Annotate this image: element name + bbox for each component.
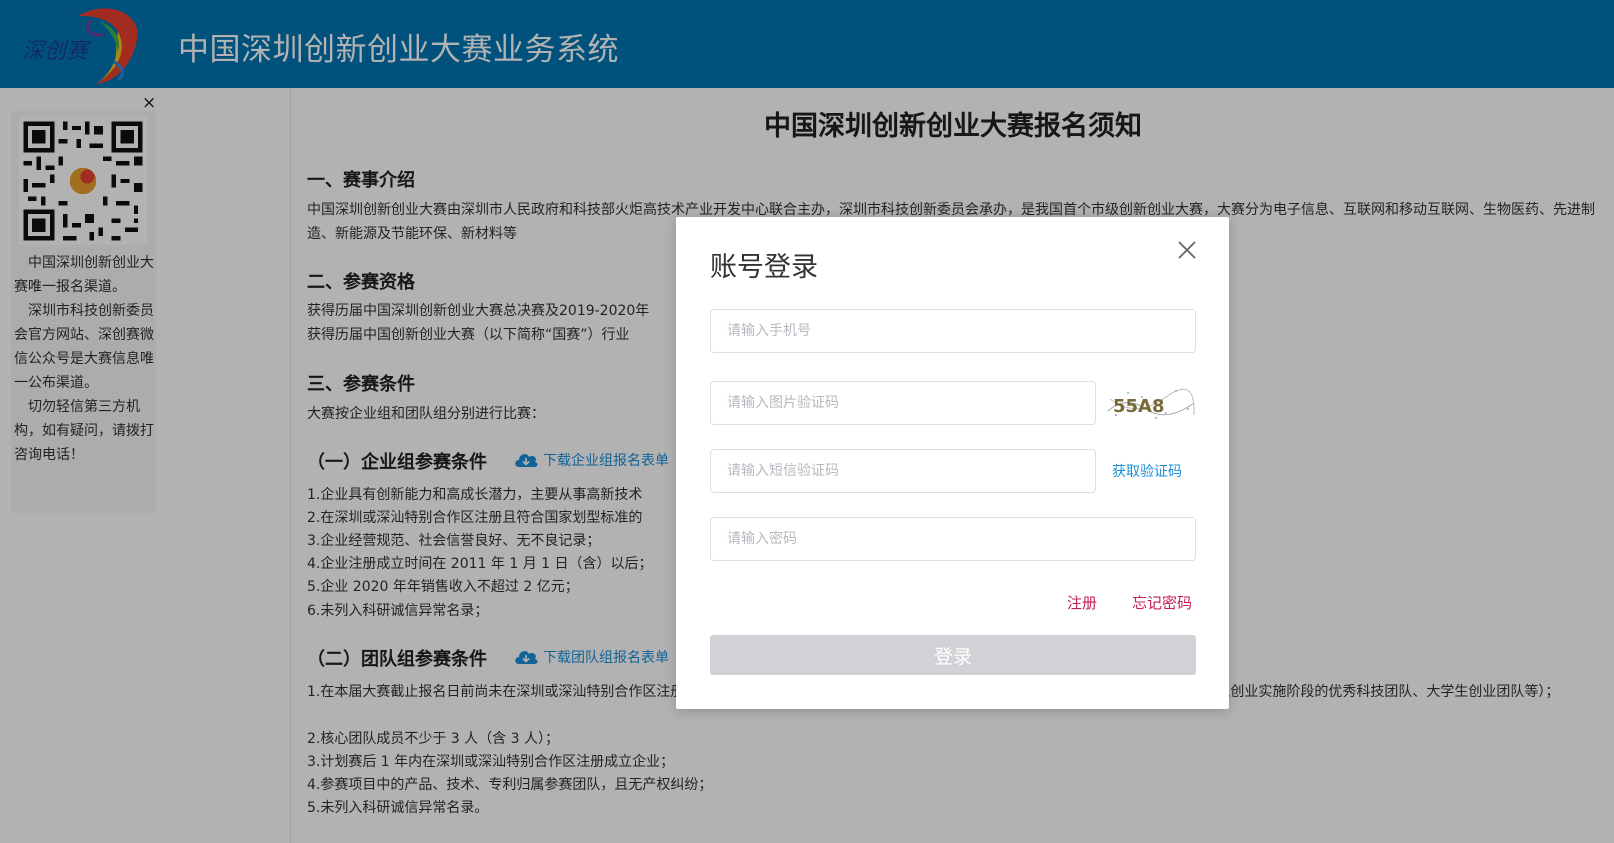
forgot-password-link[interactable]: 忘记密码 [1132,592,1192,613]
login-dialog: 账号登录 55A8 获取验证码 注册 忘记密码 登录 [676,217,1229,709]
captcha-text: 55A8 [1113,396,1165,417]
sms-code-input[interactable] [710,449,1096,493]
image-captcha-input[interactable] [710,381,1096,425]
captcha-image[interactable]: 55A8 [1106,385,1196,425]
register-link[interactable]: 注册 [1067,592,1097,613]
login-button[interactable]: 登录 [710,635,1196,675]
get-sms-code-button[interactable]: 获取验证码 [1112,461,1182,481]
password-input[interactable] [710,517,1196,561]
dialog-title: 账号登录 [710,252,818,283]
close-icon[interactable] [1176,239,1198,261]
phone-input[interactable] [710,309,1196,353]
